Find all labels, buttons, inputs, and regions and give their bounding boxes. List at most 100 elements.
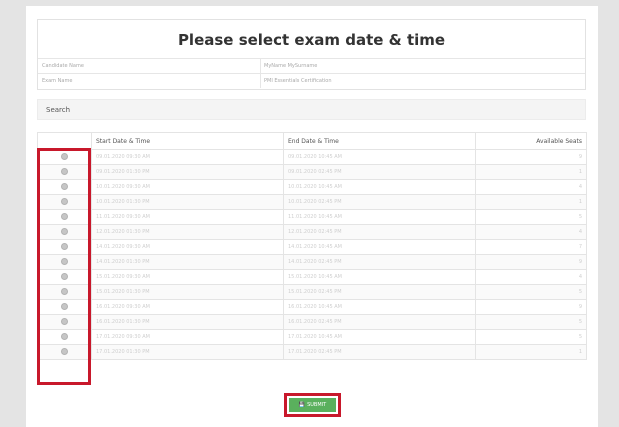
slot-radio-cell[interactable] [37, 314, 92, 330]
page-title: Please select exam date & time [177, 31, 446, 49]
end-datetime: 10.01.2020 10:45 AM [283, 179, 476, 195]
slot-radio-button[interactable] [61, 257, 68, 265]
search-bar[interactable]: Search [37, 99, 586, 120]
table-row[interactable]: 17.01.2020 01:30 PM 17.01.2020 02:45 PM 1 [37, 344, 587, 360]
slot-radio-cell[interactable] [37, 179, 92, 195]
exam-info-header: Please select exam date & time Candidate… [37, 19, 586, 90]
available-seats: 4 [475, 224, 587, 240]
end-datetime: 09.01.2020 02:45 PM [283, 164, 476, 180]
end-datetime: 16.01.2020 10:45 AM [283, 299, 476, 315]
table-row[interactable]: 09.01.2020 09:30 AM 09.01.2020 10:45 AM 9 [37, 149, 587, 165]
slot-radio-button[interactable] [61, 167, 68, 175]
available-seats: 1 [475, 164, 587, 180]
slot-radio-button[interactable] [61, 227, 68, 235]
slot-radio-button[interactable] [61, 242, 68, 250]
start-column-header: Start Date & Time [91, 132, 284, 150]
end-datetime: 12.01.2020 02:45 PM [283, 224, 476, 240]
search-label[interactable]: Search [46, 100, 70, 120]
end-datetime: 09.01.2020 10:45 AM [283, 149, 476, 165]
available-seats: 4 [475, 269, 587, 285]
submit-highlight: 💾 SUBMIT [284, 393, 341, 417]
slot-radio-cell[interactable] [37, 224, 92, 240]
slot-radio-cell[interactable] [37, 344, 92, 360]
candidate-value: MyName MySurname [260, 59, 317, 73]
end-datetime: 15.01.2020 10:45 AM [283, 269, 476, 285]
available-seats: 4 [475, 179, 587, 195]
submit-button[interactable]: 💾 SUBMIT [289, 398, 336, 412]
start-datetime: 09.01.2020 01:30 PM [91, 164, 284, 180]
end-datetime: 16.01.2020 02:45 PM [283, 314, 476, 330]
table-row[interactable]: 09.01.2020 01:30 PM 09.01.2020 02:45 PM 1 [37, 164, 587, 180]
slot-radio-cell[interactable] [37, 254, 92, 270]
start-datetime: 16.01.2020 01:30 PM [91, 314, 284, 330]
slot-radio-cell[interactable] [37, 164, 92, 180]
available-seats: 7 [475, 239, 587, 255]
available-seats: 1 [475, 194, 587, 210]
submit-label: SUBMIT [307, 402, 327, 408]
table-row[interactable]: 15.01.2020 09:30 AM 15.01.2020 10:45 AM 4 [37, 269, 587, 285]
start-datetime: 15.01.2020 09:30 AM [91, 269, 284, 285]
end-datetime: 15.01.2020 02:45 PM [283, 284, 476, 300]
table-row[interactable]: 14.01.2020 01:30 PM 14.01.2020 02:45 PM 9 [37, 254, 587, 270]
table-row[interactable]: 14.01.2020 09:30 AM 14.01.2020 10:45 AM 7 [37, 239, 587, 255]
slot-radio-cell[interactable] [37, 194, 92, 210]
start-datetime: 14.01.2020 09:30 AM [91, 239, 284, 255]
slot-radio-cell[interactable] [37, 299, 92, 315]
table-row[interactable]: 10.01.2020 01:30 PM 10.01.2020 02:45 PM 1 [37, 194, 587, 210]
start-datetime: 12.01.2020 01:30 PM [91, 224, 284, 240]
end-datetime: 11.01.2020 10:45 AM [283, 209, 476, 225]
save-icon: 💾 [298, 402, 306, 408]
slot-radio-cell[interactable] [37, 239, 92, 255]
available-seats: 5 [475, 209, 587, 225]
select-column-header [37, 132, 92, 150]
slot-radio-cell[interactable] [37, 209, 92, 225]
table-header-row: Start Date & Time End Date & Time Availa… [37, 132, 587, 150]
available-seats: 5 [475, 329, 587, 345]
start-datetime: 11.01.2020 09:30 AM [91, 209, 284, 225]
start-datetime: 10.01.2020 09:30 AM [91, 179, 284, 195]
start-datetime: 17.01.2020 09:30 AM [91, 329, 284, 345]
start-datetime: 15.01.2020 01:30 PM [91, 284, 284, 300]
table-row[interactable]: 16.01.2020 09:30 AM 16.01.2020 10:45 AM 9 [37, 299, 587, 315]
available-seats: 5 [475, 284, 587, 300]
exam-slots-body: 09.01.2020 09:30 AM 09.01.2020 10:45 AM 9 0… [37, 149, 587, 360]
slot-radio-button[interactable] [61, 302, 68, 310]
available-seats: 9 [475, 299, 587, 315]
slot-radio-button[interactable] [61, 182, 68, 190]
exam-label: Exam Name [42, 78, 73, 84]
slot-radio-button[interactable] [61, 152, 68, 160]
table-row[interactable]: 12.01.2020 01:30 PM 12.01.2020 02:45 PM 4 [37, 224, 587, 240]
start-datetime: 10.01.2020 01:30 PM [91, 194, 284, 210]
slot-radio-button[interactable] [61, 212, 68, 220]
seats-column-header: Available Seats [475, 132, 587, 150]
table-row[interactable]: 10.01.2020 09:30 AM 10.01.2020 10:45 AM 4 [37, 179, 587, 195]
table-row[interactable]: 15.01.2020 01:30 PM 15.01.2020 02:45 PM 5 [37, 284, 587, 300]
slot-radio-cell[interactable] [37, 269, 92, 285]
slot-radio-button[interactable] [61, 287, 68, 295]
candidate-row: Candidate Name MyName MySurname [38, 58, 585, 73]
start-datetime: 16.01.2020 09:30 AM [91, 299, 284, 315]
slot-radio-button[interactable] [61, 272, 68, 280]
end-datetime: 14.01.2020 02:45 PM [283, 254, 476, 270]
slot-radio-button[interactable] [61, 197, 68, 205]
end-column-header: End Date & Time [283, 132, 476, 150]
slot-radio-button[interactable] [61, 317, 68, 325]
end-datetime: 17.01.2020 02:45 PM [283, 344, 476, 360]
table-row[interactable]: 17.01.2020 09:30 AM 17.01.2020 10:45 AM 5 [37, 329, 587, 345]
available-seats: 9 [475, 254, 587, 270]
exam-slots-table: Start Date & Time End Date & Time Availa… [37, 132, 587, 360]
end-datetime: 10.01.2020 02:45 PM [283, 194, 476, 210]
end-datetime: 17.01.2020 10:45 AM [283, 329, 476, 345]
available-seats: 5 [475, 314, 587, 330]
table-row[interactable]: 11.01.2020 09:30 AM 11.01.2020 10:45 AM 5 [37, 209, 587, 225]
slot-radio-cell[interactable] [37, 284, 92, 300]
slot-radio-button[interactable] [61, 347, 68, 355]
candidate-label: Candidate Name [42, 63, 84, 69]
slot-radio-button[interactable] [61, 332, 68, 340]
slot-radio-cell[interactable] [37, 149, 92, 165]
available-seats: 1 [475, 344, 587, 360]
slot-radio-cell[interactable] [37, 329, 92, 345]
end-datetime: 14.01.2020 10:45 AM [283, 239, 476, 255]
start-datetime: 14.01.2020 01:30 PM [91, 254, 284, 270]
table-row[interactable]: 16.01.2020 01:30 PM 16.01.2020 02:45 PM 5 [37, 314, 587, 330]
